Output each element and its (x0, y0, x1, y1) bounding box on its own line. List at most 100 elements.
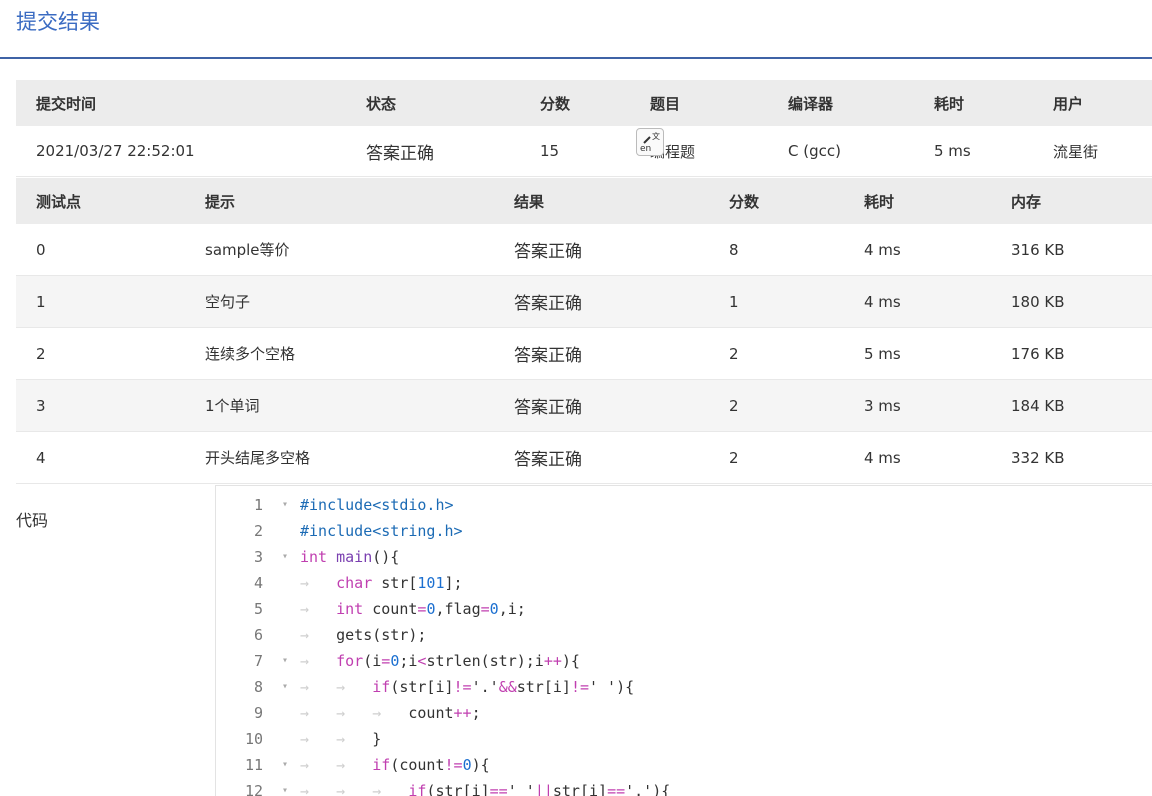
page-title: 提交结果 (16, 10, 100, 34)
case-result: 答案正确 (494, 327, 709, 380)
code-text: → char str[101]; (300, 574, 463, 592)
case-hint: 1个单词 (185, 379, 494, 432)
case-hint: 连续多个空格 (185, 327, 494, 380)
line-number: 4 (253, 574, 263, 592)
code-line[interactable]: 3 ▾ int main(){ (216, 544, 1152, 570)
status-badge: 答案正确 (346, 126, 520, 177)
code-text: → → if(count!=0){ (300, 756, 490, 774)
table-row: 3 1个单词 答案正确 2 3 ms 184 KB (16, 379, 1152, 432)
header-status: 状态 (346, 80, 520, 126)
case-time: 4 ms (844, 224, 991, 276)
case-time: 4 ms (844, 275, 991, 328)
header-case-time: 耗时 (844, 178, 991, 224)
header-compiler: 编译器 (768, 80, 914, 126)
time-value: 5 ms (914, 126, 1033, 177)
case-memory: 332 KB (991, 431, 1152, 484)
code-line[interactable]: 1 ▾ #include<stdio.h> (216, 492, 1152, 518)
header-user: 用户 (1033, 80, 1152, 126)
case-result: 答案正确 (494, 431, 709, 484)
submission-summary-table: 提交时间 状态 分数 题目 编译器 耗时 用户 2021/03/27 22:52… (16, 80, 1152, 177)
header-hint: 提示 (185, 178, 494, 224)
header-memory: 内存 (991, 178, 1152, 224)
case-result: 答案正确 (494, 379, 709, 432)
code-text: → → → if(str[i]==' '||str[i]=='.'){ (300, 782, 671, 796)
case-id: 2 (16, 327, 185, 380)
case-id: 3 (16, 379, 185, 432)
case-score: 2 (709, 327, 844, 380)
code-text: → int count=0,flag=0,i; (300, 600, 526, 618)
table-row: 4 开头结尾多空格 答案正确 2 4 ms 332 KB (16, 431, 1152, 484)
fold-arrow-icon[interactable]: ▾ (282, 752, 288, 778)
header-result: 结果 (494, 178, 709, 224)
case-score: 2 (709, 431, 844, 484)
header-score: 分数 (520, 80, 630, 126)
case-hint: 空句子 (185, 275, 494, 328)
line-number: 11 (244, 756, 263, 774)
case-score: 1 (709, 275, 844, 328)
code-label: 代码 (16, 511, 49, 530)
header-time: 耗时 (914, 80, 1033, 126)
fold-arrow-icon[interactable]: ▾ (282, 674, 288, 700)
case-memory: 184 KB (991, 379, 1152, 432)
code-text: #include<string.h> (300, 522, 463, 540)
case-memory: 176 KB (991, 327, 1152, 380)
code-text: → → } (300, 730, 382, 748)
case-result: 答案正确 (494, 224, 709, 276)
code-line[interactable]: 9 → → → count++; (216, 700, 1152, 726)
translate-icon-glyph: en 文 (640, 131, 660, 154)
compiler-value: C (gcc) (768, 126, 914, 177)
code-line[interactable]: 12 ▾ → → → if(str[i]==' '||str[i]=='.'){ (216, 778, 1152, 796)
case-memory: 316 KB (991, 224, 1152, 276)
code-editor[interactable]: 1 ▾ #include<stdio.h> 2 #include<string.h> 3 ▾… (215, 485, 1152, 796)
header-case-id: 测试点 (16, 178, 185, 224)
case-hint: sample等价 (185, 224, 494, 276)
code-line[interactable]: 5 → int count=0,flag=0,i; (216, 596, 1152, 622)
code-line[interactable]: 4 → char str[101]; (216, 570, 1152, 596)
case-time: 4 ms (844, 431, 991, 484)
case-header-row: 测试点 提示 结果 分数 耗时 内存 (16, 178, 1152, 224)
fold-arrow-icon[interactable]: ▾ (282, 778, 288, 796)
line-number: 1 (253, 496, 263, 514)
line-number: 9 (253, 704, 263, 722)
code-text: → for(i=0;i<strlen(str);i++){ (300, 652, 580, 670)
line-number: 5 (253, 600, 263, 618)
case-id: 0 (16, 224, 185, 276)
summary-row: 2021/03/27 22:52:01 答案正确 15 编程题 C (gcc) … (16, 126, 1152, 177)
fold-arrow-icon[interactable]: ▾ (282, 492, 288, 518)
user-link[interactable]: 流星街 (1033, 126, 1152, 177)
table-row: 0 sample等价 答案正确 8 4 ms 316 KB (16, 224, 1152, 276)
code-text: #include<stdio.h> (300, 496, 454, 514)
translate-icon[interactable]: en 文 (636, 128, 664, 156)
code-text: int main(){ (300, 548, 400, 566)
test-case-table: 测试点 提示 结果 分数 耗时 内存 0 sample等价 答案正确 8 4 m… (16, 178, 1152, 484)
code-text: → → → count++; (300, 704, 481, 722)
submit-time: 2021/03/27 22:52:01 (16, 126, 346, 177)
score-value: 15 (520, 126, 630, 177)
case-score: 8 (709, 224, 844, 276)
header-submit-time: 提交时间 (16, 80, 346, 126)
case-time: 3 ms (844, 379, 991, 432)
line-number: 12 (244, 782, 263, 796)
line-number: 3 (253, 548, 263, 566)
svg-text:en: en (640, 144, 651, 153)
case-id: 1 (16, 275, 185, 328)
case-id: 4 (16, 431, 185, 484)
code-line[interactable]: 7 ▾ → for(i=0;i<strlen(str);i++){ (216, 648, 1152, 674)
title-divider (0, 57, 1152, 59)
code-line[interactable]: 6 → gets(str); (216, 622, 1152, 648)
code-line[interactable]: 11 ▾ → → if(count!=0){ (216, 752, 1152, 778)
case-score: 2 (709, 379, 844, 432)
case-result: 答案正确 (494, 275, 709, 328)
fold-arrow-icon[interactable]: ▾ (282, 648, 288, 674)
line-number: 7 (253, 652, 263, 670)
code-line[interactable]: 8 ▾ → → if(str[i]!='.'&&str[i]!=' '){ (216, 674, 1152, 700)
line-number: 6 (253, 626, 263, 644)
line-number: 10 (244, 730, 263, 748)
case-hint: 开头结尾多空格 (185, 431, 494, 484)
case-memory: 180 KB (991, 275, 1152, 328)
line-number: 8 (253, 678, 263, 696)
code-line[interactable]: 10 → → } (216, 726, 1152, 752)
fold-arrow-icon[interactable]: ▾ (282, 544, 288, 570)
code-text: → → if(str[i]!='.'&&str[i]!=' '){ (300, 678, 635, 696)
code-line[interactable]: 2 #include<string.h> (216, 518, 1152, 544)
